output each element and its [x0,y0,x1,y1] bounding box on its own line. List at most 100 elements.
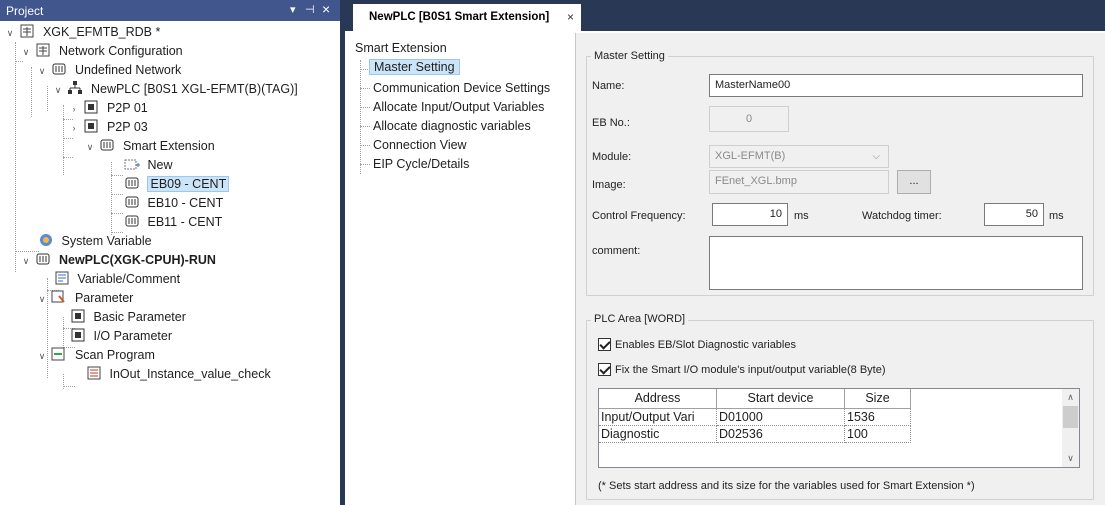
expanded-chevron-icon[interactable]: ∨ [20,252,32,271]
control-frequency-unit: ms [794,210,809,222]
variable-comment-icon [55,271,69,285]
tree-node-newplc-network[interactable]: ∨ NewPLC [B0S1 XGL-EFMT(B)(TAG)] [52,80,298,99]
nav-item-master-setting[interactable]: Master Setting [369,58,460,77]
eb-no-input: 0 [709,106,789,132]
tree-node-label: EB11 - CENT [147,215,223,229]
table-cell[interactable]: 100 [845,426,911,443]
nav-item-communication-device-settings[interactable]: Communication Device Settings [373,79,550,98]
tree-node-p2p-03[interactable]: › P2P 03 [68,118,148,137]
tree-node-p2p-01[interactable]: › P2P 01 [68,99,148,118]
tree-node-label: Parameter [74,291,134,305]
panel-pin-icon[interactable]: ⊣ [305,3,315,16]
watchdog-timer-input[interactable]: 50 [984,203,1044,226]
table-cell[interactable]: Input/Output Vari [599,409,717,426]
tree-node-label: XGK_EFMTB_RDB * [42,25,161,39]
tree-node-inout-check[interactable]: InOut_Instance_value_check [86,365,271,384]
tree-node-label: NewPLC [B0S1 XGL-EFMT(B)(TAG)] [90,82,298,96]
plc-area-note: (* Sets start address and its size for t… [598,480,975,492]
plc-area-group-title: PLC Area [WORD] [591,313,689,325]
tree-node-label: I/O Parameter [93,329,172,343]
grid-vertical-scrollbar[interactable]: ∧ ∨ [1062,389,1079,467]
watchdog-timer-unit: ms [1049,210,1064,222]
tab-strip: NewPLC [B0S1 Smart Extension] × [345,0,1105,31]
master-setting-group-title: Master Setting [591,50,668,62]
tab-smart-extension[interactable]: NewPLC [B0S1 Smart Extension] × [353,4,581,31]
scroll-down-icon[interactable]: ∨ [1062,450,1079,467]
panel-dropdown-icon[interactable]: ▾ [290,3,296,16]
tree-node-label: Network Configuration [58,44,183,58]
tree-node-newplc-cpu[interactable]: ∨ NewPLC(XGK-CPUH)-RUN [20,251,216,270]
settings-pane: Master Setting Name: MasterName00 EB No.… [576,33,1105,505]
settings-nav-tree: Smart Extension Master Setting Communica… [345,33,575,505]
plc-icon [36,253,50,265]
expanded-chevron-icon[interactable]: ∨ [20,43,32,62]
name-input[interactable]: MasterName00 [709,74,1083,97]
tree-node-eb09[interactable]: EB09 - CENT [124,175,230,194]
browse-image-button[interactable]: ... [897,170,931,194]
tree-node-eb11[interactable]: EB11 - CENT [124,213,222,232]
network-icon [52,63,66,75]
tree-node-eb10[interactable]: EB10 - CENT [124,194,223,213]
scroll-thumb[interactable] [1063,406,1078,428]
expanded-chevron-icon[interactable]: ∨ [84,138,96,157]
tree-node-project-root[interactable]: ∨ XGK_EFMTB_RDB * [4,23,160,42]
tree-node-io-parameter[interactable]: I/O Parameter [70,327,172,346]
expanded-chevron-icon[interactable]: ∨ [4,24,16,43]
project-panel: Project ▾ ⊣ × ∨ XGK_EFMTB_RDB * ∨ Networ… [0,0,340,505]
tree-node-label: System Variable [61,234,152,248]
tree-node-network-configuration[interactable]: ∨ Network Configuration [20,42,183,61]
table-cell[interactable]: Diagnostic [599,426,717,443]
tree-node-smart-extension[interactable]: ∨ Smart Extension [84,137,215,156]
eb-module-icon [125,196,139,208]
tree-node-label: Variable/Comment [77,272,181,286]
fix-smart-io-checkbox[interactable] [598,363,611,376]
enable-diagnostic-checkbox[interactable] [598,338,611,351]
parameter-icon [51,290,66,303]
tab-close-icon[interactable]: × [567,10,574,24]
expanded-chevron-icon[interactable]: ∨ [52,81,64,100]
tree-node-label: InOut_Instance_value_check [109,367,271,381]
project-panel-title: Project [6,4,44,18]
nav-item-allocate-io-variables[interactable]: Allocate Input/Output Variables [373,98,544,117]
tree-node-variable-comment[interactable]: Variable/Comment [54,270,180,289]
comment-textarea[interactable] [709,236,1083,290]
watchdog-timer-label: Watchdog timer: [862,210,942,222]
collapsed-chevron-icon[interactable]: › [68,100,80,119]
image-input: FEnet_XGL.bmp [709,170,889,194]
image-label: Image: [592,179,626,191]
io-parameter-icon [71,328,85,342]
expanded-chevron-icon[interactable]: ∨ [36,62,48,81]
chevron-down-icon: ⌵ [872,151,880,162]
panel-close-icon[interactable]: × [322,1,330,17]
table-cell[interactable]: 1536 [845,409,911,426]
table-cell[interactable]: D02536 [717,426,845,443]
nav-item-connection-view[interactable]: Connection View [373,136,467,155]
project-icon [20,24,34,38]
tree-node-label: P2P 01 [106,101,148,115]
control-frequency-input[interactable]: 10 [712,203,788,226]
tree-node-system-variable[interactable]: System Variable [38,232,152,251]
new-item-icon [124,159,140,170]
nav-root-smart-extension[interactable]: Smart Extension [355,39,447,58]
scroll-up-icon[interactable]: ∧ [1062,389,1079,406]
column-header-address[interactable]: Address [599,389,717,409]
expanded-chevron-icon[interactable]: ∨ [36,290,48,309]
column-header-size[interactable]: Size [845,389,911,409]
tree-node-parameter[interactable]: ∨ Parameter [36,289,133,308]
tree-node-basic-parameter[interactable]: Basic Parameter [70,308,186,327]
column-header-start-device[interactable]: Start device [717,389,845,409]
collapsed-chevron-icon[interactable]: › [68,119,80,138]
tree-node-new[interactable]: New [124,156,173,175]
project-tree: ∨ XGK_EFMTB_RDB * ∨ Network Configuratio… [0,22,340,505]
tab-label: NewPLC [B0S1 Smart Extension] [369,11,550,23]
tree-node-undefined-network[interactable]: ∨ Undefined Network [36,61,182,81]
enable-diagnostic-label: Enables EB/Slot Diagnostic variables [615,339,796,351]
module-label: Module: [592,151,632,163]
expanded-chevron-icon[interactable]: ∨ [36,347,48,366]
table-cell[interactable]: D01000 [717,409,845,426]
tree-node-label: EB09 - CENT [147,176,230,192]
tree-node-scan-program[interactable]: ∨ Scan Program [36,346,155,365]
nav-item-allocate-diagnostic-variables[interactable]: Allocate diagnostic variables [373,117,531,136]
nav-item-eip-cycle-details[interactable]: EIP Cycle/Details [373,155,469,174]
plc-area-grid: Address Start device Size Input/Output V… [598,388,1080,468]
